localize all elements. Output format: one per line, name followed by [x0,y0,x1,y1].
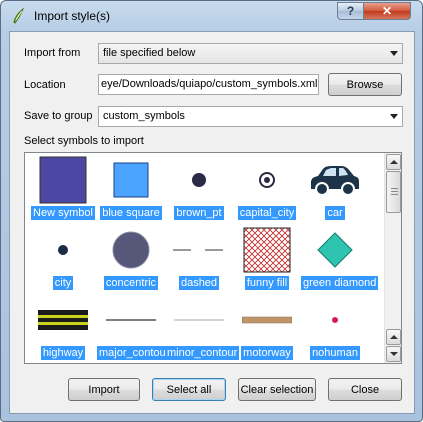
close-button[interactable]: Close [328,378,402,401]
dot-icon [165,155,233,205]
chevron-down-icon [390,51,398,56]
title-bar[interactable]: Import style(s) ? ✕ [1,1,422,31]
select-symbols-label: Select symbols to import [24,135,144,147]
car-icon [301,155,369,205]
small-dot-icon [301,295,369,345]
symbol-name: green diamond [301,276,379,290]
scroll-down-button[interactable] [386,346,401,362]
dialog-body: Import from file specified below Locatio… [9,31,415,414]
import-label: Import [88,383,120,396]
import-button[interactable]: Import [68,378,140,401]
symbol-name: car [325,206,345,220]
chevron-down-icon [390,114,398,119]
thin-line-icon [165,295,233,345]
import-from-value: file specified below [103,47,196,59]
symbol-preview [38,310,88,330]
symbol-preview [242,316,292,324]
location-label: Location [24,79,66,91]
save-to-group-combo[interactable]: custom_symbols [98,106,403,127]
symbol-name: nohuman [310,346,360,360]
grip-line [391,188,398,189]
close-label: Close [350,383,380,396]
symbol-preview [332,317,338,323]
symbol-name: funny fill [244,276,290,290]
close-icon: ✕ [381,4,393,18]
symbol-preview [106,319,156,321]
vertical-scrollbar[interactable] [384,153,401,363]
symbol-preview [259,172,275,188]
chevron-down-icon [390,352,398,356]
hatch-fill-icon [233,225,301,275]
symbol-preview [39,156,87,204]
chevron-up-icon [390,160,398,164]
symbol-preview [192,173,206,187]
dot-icon [29,225,97,275]
symbol-preview [317,232,353,268]
window-close-button[interactable]: ✕ [363,2,411,20]
browse-label: Browse [346,78,384,91]
symbol-name: motorway [241,346,293,360]
symbol-preview [112,231,150,269]
scrollbar-thumb[interactable] [386,171,401,213]
thick-line-icon [233,295,301,345]
import-from-combo[interactable]: file specified below [98,43,403,64]
diamond-icon [301,225,369,275]
symbol-name: major_contour [97,346,172,360]
square-fill-icon [29,155,97,205]
grip-line [391,191,398,192]
location-value: eye/Downloads/quiapo/custom_symbols.xml [101,78,318,90]
window-title: Import style(s) [34,9,111,23]
save-to-group-value: custom_symbols [103,110,185,122]
symbol-name: minor_contour [165,346,240,360]
symbol-name: dashed [178,276,220,290]
scroll-up-button[interactable] [386,329,401,345]
symbols-grid: New symbol blue square brown_pt capital_… [25,153,385,363]
symbol-preview [311,166,359,196]
select-all-label: Select all [166,383,212,396]
symbol-name: concentric [103,276,159,290]
help-icon: ? [346,4,355,18]
chevron-up-icon [390,335,398,339]
dashed-line-icon [165,225,233,275]
symbol-name: capital_city [237,206,297,220]
clear-selection-label: Clear selection [240,383,314,396]
import-from-label: Import from [24,47,81,59]
grip-line [391,194,398,195]
symbol-name: blue square [100,206,162,220]
line-icon [97,295,165,345]
clear-selection-button[interactable]: Clear selection [238,378,316,401]
help-button[interactable]: ? [337,2,364,20]
symbol-preview [174,319,224,321]
circle-icon [97,225,165,275]
symbol-preview [113,162,149,198]
symbol-name: New symbol [31,206,95,220]
symbol-name: city [52,276,74,290]
import-styles-dialog: Import style(s) ? ✕ Import from file spe… [0,0,423,422]
location-input[interactable]: eye/Downloads/quiapo/custom_symbols.xml [98,74,319,95]
symbol-preview [58,245,68,255]
ring-dot-icon [233,155,301,205]
browse-button[interactable]: Browse [328,73,402,96]
symbols-list[interactable]: New symbol blue square brown_pt capital_… [24,152,402,364]
save-to-group-label: Save to group [24,110,93,122]
symbol-name: highway [40,346,86,360]
symbol-name: brown_pt [174,206,224,220]
scroll-up-button[interactable] [386,154,401,170]
highway-line-icon [29,295,97,345]
select-all-button[interactable]: Select all [152,378,226,401]
qgis-app-icon [13,8,24,24]
symbol-preview [243,227,291,273]
square-fill-icon [97,155,165,205]
symbol-preview [173,249,225,251]
